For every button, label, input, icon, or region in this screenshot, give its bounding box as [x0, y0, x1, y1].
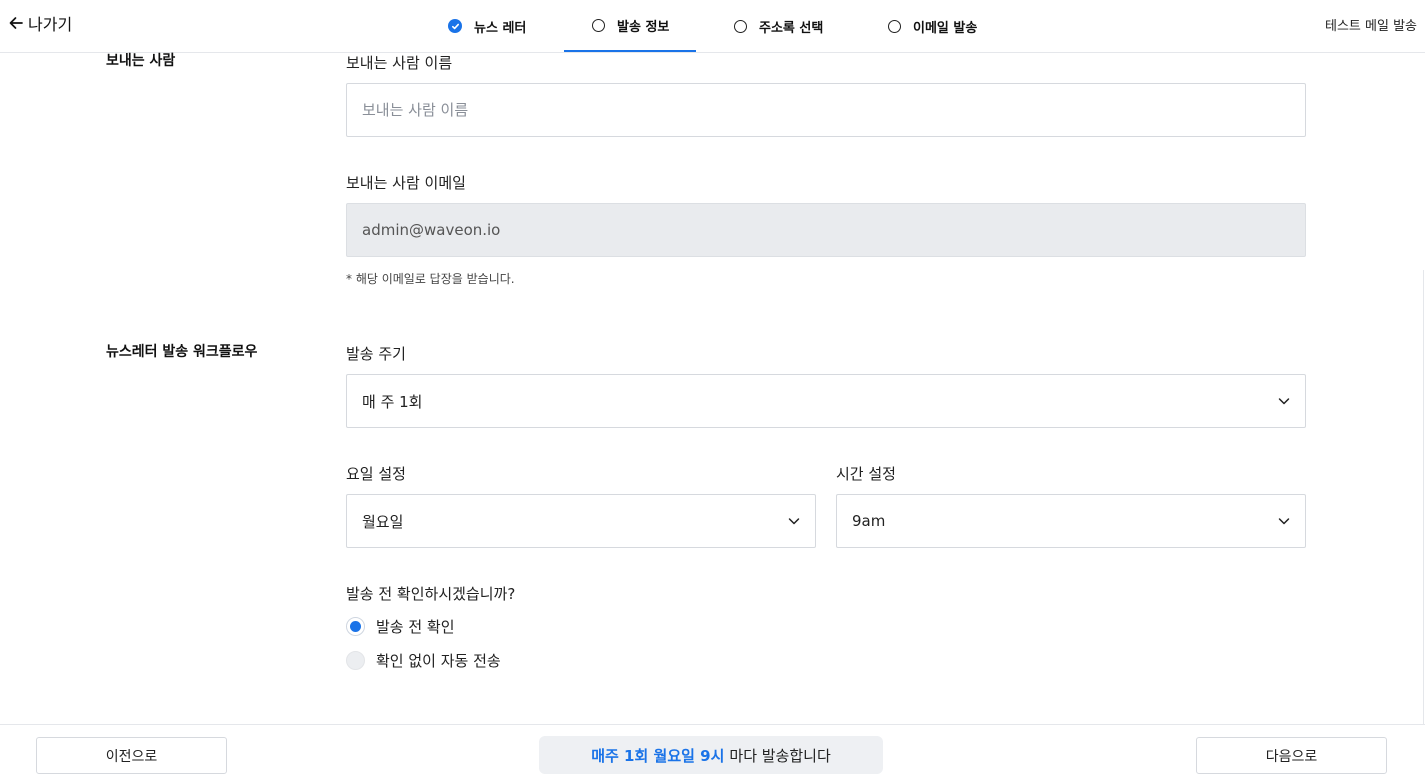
- radio-confirm-before-send[interactable]: 발송 전 확인: [346, 616, 455, 637]
- back-button[interactable]: 나가기: [8, 11, 72, 35]
- sender-email-label: 보내는 사람 이메일: [346, 174, 466, 192]
- top-navigation-bar: 나가기 뉴스 레터 발송 정보 주소록 선택 이메일 발송 테스트 메일 발송: [0, 0, 1425, 53]
- step-label: 발송 정보: [617, 19, 670, 35]
- step-email-send[interactable]: 이메일 발송: [888, 0, 977, 52]
- summary-text: 마다 발송합니다: [729, 746, 831, 765]
- sender-email-input: [346, 203, 1306, 257]
- cycle-label: 발송 주기: [346, 345, 406, 363]
- test-mail-button[interactable]: 테스트 메일 발송: [1325, 15, 1417, 34]
- time-value: 9am: [852, 512, 886, 530]
- back-label: 나가기: [28, 15, 73, 34]
- sender-email-hint: * 해당 이메일로 답장을 받습니다.: [346, 272, 515, 286]
- cycle-select[interactable]: 매 주 1회: [346, 374, 1306, 428]
- radio-auto-send[interactable]: 확인 없이 자동 전송: [346, 650, 501, 671]
- prev-button[interactable]: 이전으로: [36, 737, 227, 774]
- time-select[interactable]: 9am: [836, 494, 1306, 548]
- workflow-section-title: 뉴스레터 발송 워크플로우: [106, 344, 258, 360]
- radio-unselected-icon[interactable]: [346, 651, 365, 670]
- step-newsletter[interactable]: 뉴스 레터: [448, 0, 526, 52]
- chevron-down-icon: [788, 518, 800, 525]
- day-select[interactable]: 월요일: [346, 494, 816, 548]
- step-label: 뉴스 레터: [474, 20, 527, 36]
- sender-section-title: 보내는 사람: [106, 53, 176, 69]
- confirm-question: 발송 전 확인하시겠습니까?: [346, 585, 516, 603]
- next-button[interactable]: 다음으로: [1196, 737, 1387, 774]
- time-label: 시간 설정: [836, 465, 896, 483]
- circle-icon: [734, 19, 747, 33]
- circle-icon: [888, 19, 901, 33]
- day-value: 월요일: [362, 512, 404, 531]
- radio-label: 확인 없이 자동 전송: [376, 652, 501, 670]
- cycle-value: 매 주 1회: [362, 392, 423, 411]
- chevron-down-icon: [1278, 518, 1290, 525]
- step-address-book[interactable]: 주소록 선택: [734, 0, 823, 52]
- step-send-info[interactable]: 발송 정보: [564, 0, 696, 52]
- radio-label: 발송 전 확인: [376, 618, 455, 636]
- summary-highlight: 매주 1회 월요일 9시: [591, 746, 725, 765]
- bottom-action-bar: 이전으로 매주 1회 월요일 9시 마다 발송합니다 다음으로: [0, 724, 1425, 781]
- sender-name-input[interactable]: [346, 83, 1306, 137]
- chevron-down-icon: [1278, 398, 1290, 405]
- sender-name-label: 보내는 사람 이름: [346, 54, 453, 72]
- radio-selected-icon[interactable]: [346, 617, 365, 636]
- check-circle-icon: [448, 19, 462, 33]
- circle-icon: [592, 18, 605, 32]
- step-label: 주소록 선택: [759, 20, 824, 36]
- arrow-left-icon: [9, 17, 23, 29]
- scrollbar-track: [1423, 270, 1424, 725]
- schedule-summary: 매주 1회 월요일 9시 마다 발송합니다: [539, 736, 883, 774]
- day-label: 요일 설정: [346, 465, 406, 483]
- step-label: 이메일 발송: [913, 20, 978, 36]
